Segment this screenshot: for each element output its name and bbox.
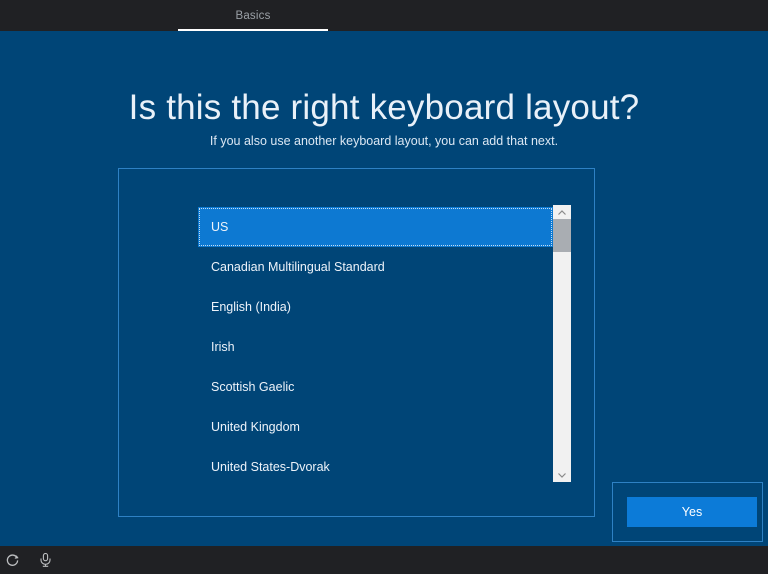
list-scrollbar[interactable] [553, 205, 571, 482]
list-item-united-kingdom[interactable]: United Kingdom [198, 407, 553, 447]
tab-basics-label: Basics [235, 9, 271, 22]
microphone-icon[interactable] [38, 553, 52, 567]
list-item-canadian-multilingual-standard[interactable]: Canadian Multilingual Standard [198, 247, 553, 287]
scrollbar-thumb[interactable] [553, 219, 571, 252]
list-item-label: Irish [211, 340, 235, 354]
page-subtitle: If you also use another keyboard layout,… [209, 134, 559, 148]
list-item-us[interactable]: US [198, 207, 553, 247]
list-item-scottish-gaelic[interactable]: Scottish Gaelic [198, 367, 553, 407]
list-item-united-states-dvorak[interactable]: United States-Dvorak [198, 447, 553, 487]
oobe-keyboard-screen: Basics Is this the right keyboard layout… [0, 0, 768, 574]
list-item-label: United States-Dvorak [211, 460, 330, 474]
confirm-panel: Yes [612, 482, 763, 542]
list-item-english-india[interactable]: English (India) [198, 287, 553, 327]
keyboard-layout-listbox: US Canadian Multilingual Standard Englis… [198, 207, 553, 487]
list-item-label: Canadian Multilingual Standard [211, 260, 385, 274]
bottom-utility-bar [0, 546, 768, 574]
yes-button[interactable]: Yes [627, 497, 757, 527]
scroll-up-icon[interactable] [553, 205, 571, 219]
scroll-down-icon[interactable] [553, 468, 571, 482]
tab-basics: Basics [178, 0, 328, 31]
tab-basics-underline [178, 29, 328, 31]
list-item-label: English (India) [211, 300, 291, 314]
ease-of-access-icon[interactable] [5, 553, 19, 567]
list-item-label: US [211, 220, 229, 234]
list-item-irish[interactable]: Irish [198, 327, 553, 367]
list-item-label: Scottish Gaelic [211, 380, 295, 394]
page-title: Is this the right keyboard layout? [128, 88, 640, 127]
list-item-label: United Kingdom [211, 420, 300, 434]
top-progress-bar: Basics [0, 0, 768, 31]
keyboard-layout-panel: US Canadian Multilingual Standard Englis… [118, 168, 595, 517]
